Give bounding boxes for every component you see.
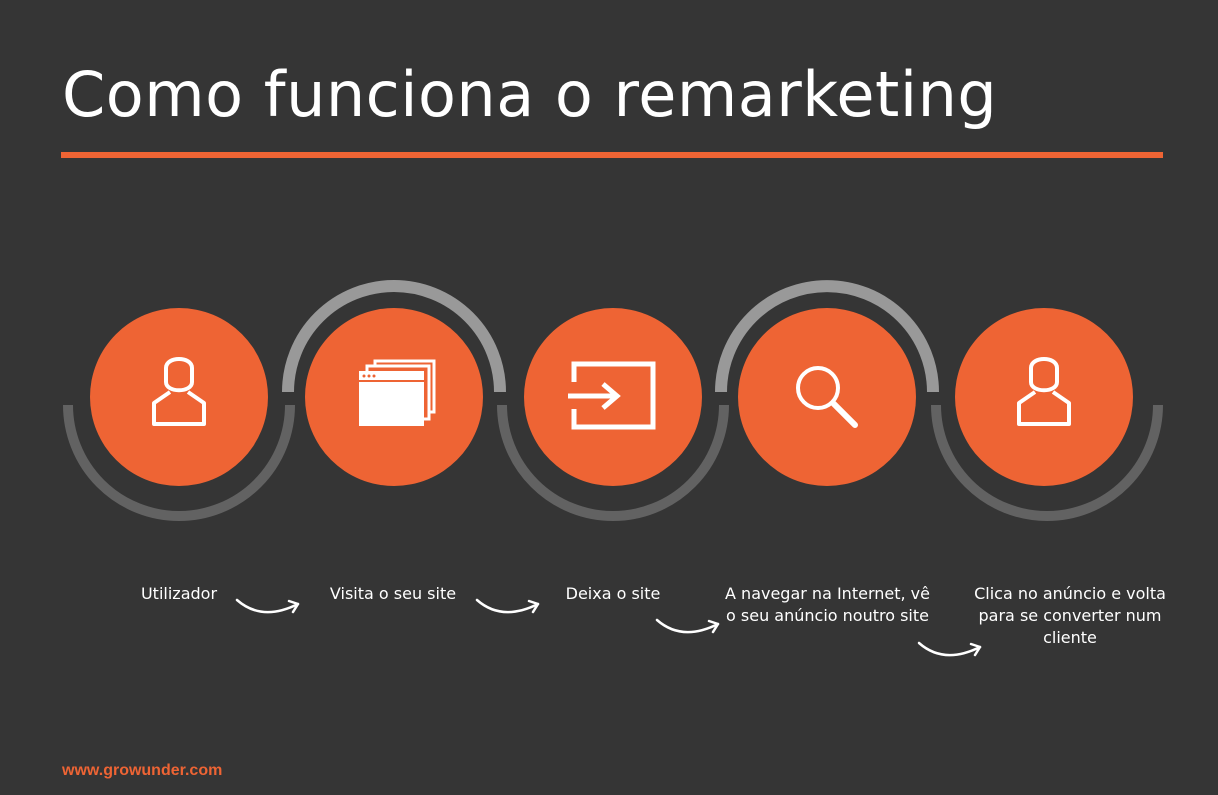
step-label-5: Clica no anúncio e volta para se convert… xyxy=(974,584,1166,647)
remarketing-flow-diagram xyxy=(63,280,1163,657)
step-label-2: Visita o seu site xyxy=(329,584,457,603)
flow-arrow-icon xyxy=(475,598,540,614)
step-label-3: Deixa o site xyxy=(565,584,661,603)
flow-arrow-icon xyxy=(235,598,300,614)
footer-website: www.growunder.com xyxy=(62,762,223,779)
step-circle-1 xyxy=(90,308,268,486)
step-label-4: A navegar na Internet, vê o seu anúncio … xyxy=(725,584,930,625)
step-circle-4 xyxy=(738,308,916,486)
browser-windows-icon xyxy=(359,359,436,426)
step-label-1: Utilizador xyxy=(140,584,218,603)
flow-arrow-icon xyxy=(655,618,720,634)
step-circle-5 xyxy=(955,308,1133,486)
flow-arrow-icon xyxy=(917,641,982,657)
